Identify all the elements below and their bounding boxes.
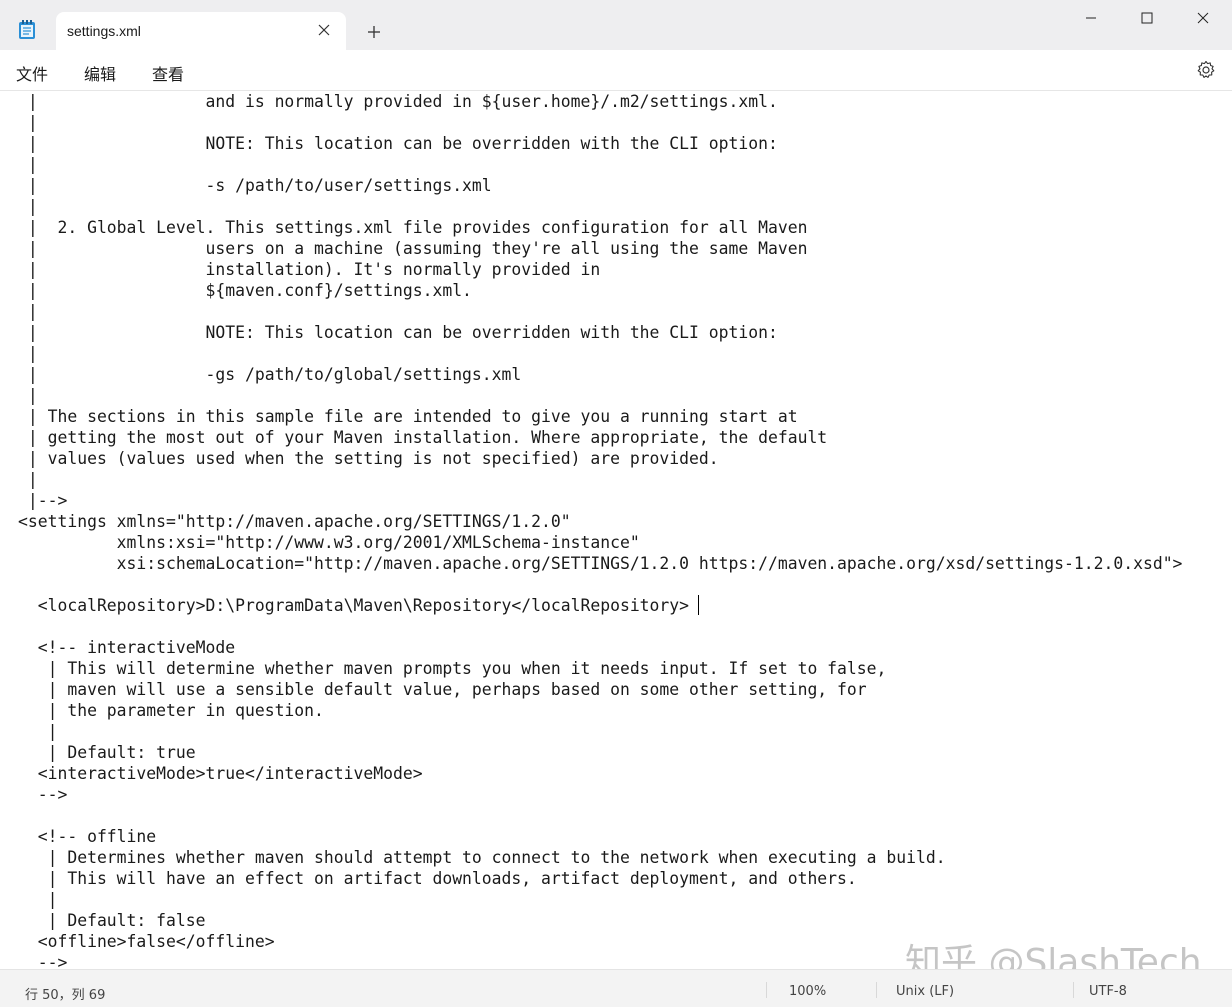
code-line: | 2. Global Level. This settings.xml fil… xyxy=(18,218,808,237)
menu-edit[interactable]: 编辑 xyxy=(84,61,116,85)
minimize-icon xyxy=(1086,17,1096,19)
maximize-icon xyxy=(1141,12,1153,24)
code-line: | getting the most out of your Maven ins… xyxy=(18,428,828,447)
cursor-position: 行 50，列 69 xyxy=(25,988,106,1003)
status-bar: 行 50，列 69 100% Unix (LF) UTF-8 xyxy=(0,969,1232,1007)
zoom-level[interactable]: 100% xyxy=(789,984,826,999)
tab-settings-xml[interactable]: settings.xml xyxy=(56,12,346,50)
title-bar: settings.xml xyxy=(0,0,1232,50)
code-line: | and is normally provided in ${user.hom… xyxy=(18,92,778,111)
code-line: xsi:schemaLocation="http://maven.apache.… xyxy=(18,554,1183,573)
code-line: | xyxy=(18,302,38,321)
menu-file[interactable]: 文件 xyxy=(16,61,48,85)
code-line: | xyxy=(18,113,38,132)
code-line: | -s /path/to/user/settings.xml xyxy=(18,176,492,195)
maximize-button[interactable] xyxy=(1118,0,1176,36)
code-line: <interactiveMode>true</interactiveMode> xyxy=(18,764,423,783)
code-line: <!-- interactiveMode xyxy=(18,638,236,657)
code-line: | The sections in this sample file are i… xyxy=(18,407,798,426)
line-ending[interactable]: Unix (LF) xyxy=(896,984,954,999)
code-line: | values (values used when the setting i… xyxy=(18,449,719,468)
code-line: <settings xmlns="http://maven.apache.org… xyxy=(18,512,571,531)
notepad-icon xyxy=(19,20,35,39)
code-line: <!-- offline xyxy=(18,827,157,846)
code-line: | NOTE: This location can be overridden … xyxy=(18,134,778,153)
code-line: | Determines whether maven should attemp… xyxy=(18,848,946,867)
menu-bar: 文件 编辑 查看 xyxy=(0,50,1232,91)
code-line: | xyxy=(18,722,58,741)
code-line: | xyxy=(18,470,38,489)
code-line: | installation). It's normally provided … xyxy=(18,260,601,279)
encoding[interactable]: UTF-8 xyxy=(1089,984,1127,999)
code-line: <offline>false</offline> xyxy=(18,932,275,951)
code-line: --> xyxy=(18,785,68,804)
code-line: | xyxy=(18,344,38,363)
code-line: | xyxy=(18,890,58,909)
text-caret xyxy=(698,595,699,615)
tab-title: settings.xml xyxy=(67,23,141,39)
code-line: | the parameter in question. xyxy=(18,701,324,720)
menu-view[interactable]: 查看 xyxy=(152,61,184,85)
code-line: |--> xyxy=(18,491,68,510)
code-line: | Default: true xyxy=(18,743,196,762)
code-line: | This will have an effect on artifact d… xyxy=(18,869,857,888)
minimize-button[interactable] xyxy=(1062,0,1120,36)
code-line: | Default: false xyxy=(18,911,206,930)
close-window-button[interactable] xyxy=(1174,0,1232,36)
code-line: | maven will use a sensible default valu… xyxy=(18,680,867,699)
code-line: | ${maven.conf}/settings.xml. xyxy=(18,281,472,300)
close-icon[interactable] xyxy=(316,22,332,38)
code-line: <localRepository>D:\ProgramData\Maven\Re… xyxy=(18,596,690,615)
status-divider xyxy=(1073,982,1074,998)
code-line: xmlns:xsi="http://www.w3.org/2001/XMLSch… xyxy=(18,533,640,552)
status-divider xyxy=(876,982,877,998)
code-line: | This will determine whether maven prom… xyxy=(18,659,887,678)
gear-icon[interactable] xyxy=(1196,60,1216,80)
code-line: | xyxy=(18,197,38,216)
code-lines: | and is normally provided in ${user.hom… xyxy=(18,91,1182,969)
code-line: | -gs /path/to/global/settings.xml xyxy=(18,365,522,384)
code-line: | users on a machine (assuming they're a… xyxy=(18,239,808,258)
plus-icon[interactable] xyxy=(364,22,384,42)
status-divider xyxy=(766,982,767,998)
code-line: | NOTE: This location can be overridden … xyxy=(18,323,778,342)
close-window-icon xyxy=(1197,12,1209,24)
code-line: --> xyxy=(18,953,68,969)
code-line: | xyxy=(18,386,38,405)
text-editor[interactable]: | and is normally provided in ${user.hom… xyxy=(0,91,1232,969)
code-line: | xyxy=(18,155,38,174)
